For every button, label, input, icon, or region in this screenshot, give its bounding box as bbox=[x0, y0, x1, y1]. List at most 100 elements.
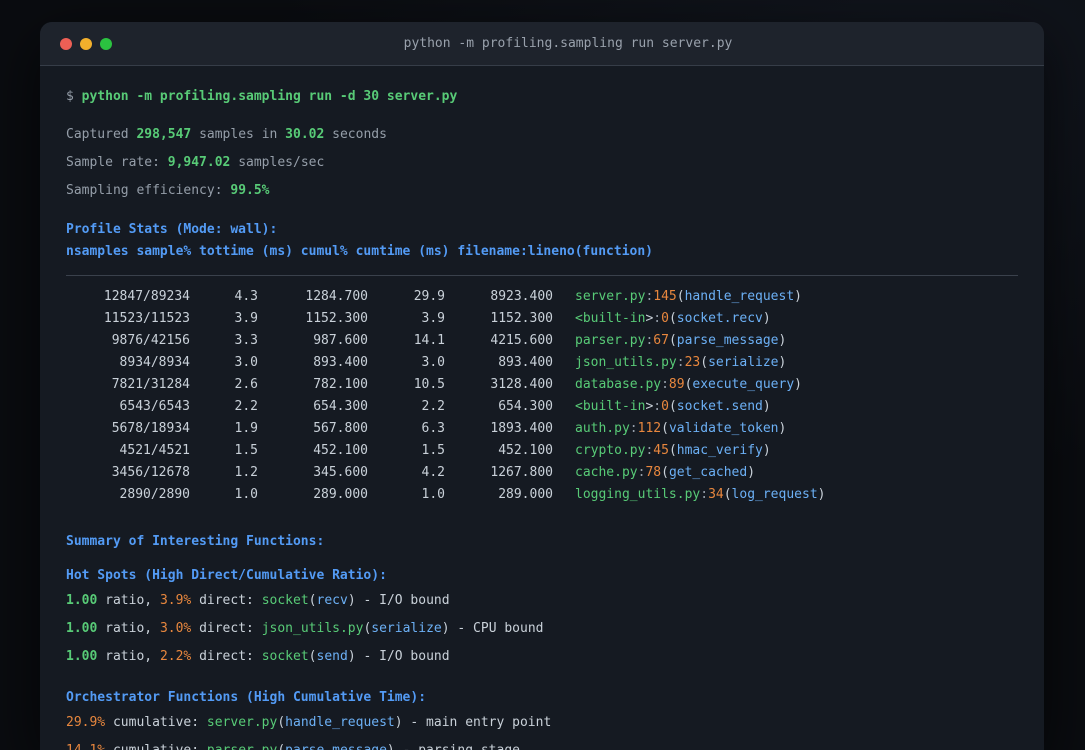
efficiency-value: 99.5% bbox=[230, 183, 270, 198]
close-paren: ) bbox=[762, 443, 771, 458]
filename: crypto.py bbox=[575, 443, 646, 458]
colon-separator: : bbox=[653, 399, 662, 414]
function-name: execute_query bbox=[692, 377, 795, 392]
minimize-button[interactable] bbox=[80, 37, 92, 50]
function-name: hmac_verify bbox=[676, 443, 763, 458]
table-row: 5678/18934 1.9 567.800 6.3 1893.400 auth.py:1… bbox=[66, 418, 1018, 440]
function-cell: json_utils.py:23(serialize) bbox=[575, 352, 786, 374]
maximize-button[interactable] bbox=[100, 37, 112, 50]
cumul-pct-cell: 3.9 bbox=[421, 311, 445, 326]
table-row: 3456/12678 1.2 345.600 4.2 1267.800 cache.py:… bbox=[66, 462, 1018, 484]
module-name: server.py bbox=[206, 715, 278, 730]
function-cell: database.py:89(execute_query) bbox=[575, 374, 802, 396]
role-note: - main entry point bbox=[402, 715, 552, 730]
cumul-pct-cell: 1.5 bbox=[421, 443, 445, 458]
function-name: socket.recv bbox=[676, 311, 763, 326]
function-name: parse_message bbox=[285, 743, 387, 750]
cumtime-cell: 654.300 bbox=[498, 399, 553, 414]
table-row: 6543/6543 2.2 654.300 2.2 654.300 <built-in>:… bbox=[66, 396, 1018, 418]
cumul-pct-cell: 2.2 bbox=[421, 399, 445, 414]
summary-heading: Summary of Interesting Functions: bbox=[66, 534, 325, 549]
colon-separator: : bbox=[629, 421, 638, 436]
close-paren: ) bbox=[778, 421, 787, 436]
open-paren: ( bbox=[668, 311, 677, 326]
function-name: serialize bbox=[708, 355, 779, 370]
samples-count: 298,547 bbox=[136, 127, 192, 142]
captured-suffix-label: seconds bbox=[324, 127, 387, 142]
sample-pct-cell: 1.5 bbox=[234, 443, 258, 458]
nsamples-cell: 5678/18934 bbox=[111, 421, 190, 436]
bound-note: - I/O bound bbox=[355, 593, 450, 608]
lineno: 0 bbox=[661, 311, 669, 326]
sample-pct-cell: 1.9 bbox=[234, 421, 258, 436]
hot-spots-heading: Hot Spots (High Direct/Cumulative Ratio)… bbox=[66, 568, 387, 583]
cumtime-cell: 8923.400 bbox=[490, 289, 553, 304]
sample-pct-cell: 4.3 bbox=[234, 289, 258, 304]
lineno: 23 bbox=[684, 355, 701, 370]
sample-pct-cell: 1.2 bbox=[234, 465, 258, 480]
nsamples-cell: 9876/42156 bbox=[111, 333, 190, 348]
lineno: 89 bbox=[668, 377, 685, 392]
cumtime-cell: 1152.300 bbox=[490, 311, 553, 326]
ratio-value: 1.00 bbox=[66, 621, 98, 636]
table-row: 11523/11523 3.9 1152.300 3.9 1152.300 <built-… bbox=[66, 308, 1018, 330]
function-cell: crypto.py:45(hmac_verify) bbox=[575, 440, 771, 462]
function-name: serialize bbox=[371, 621, 442, 636]
close-button[interactable] bbox=[60, 37, 72, 50]
nsamples-cell: 11523/11523 bbox=[103, 311, 190, 326]
function-cell: server.py:145(handle_request) bbox=[575, 286, 802, 308]
cumul-pct-cell: 10.5 bbox=[413, 377, 445, 392]
function-name: validate_token bbox=[668, 421, 779, 436]
sample-pct-cell: 3.9 bbox=[234, 311, 258, 326]
cumul-pct-cell: 14.1 bbox=[413, 333, 445, 348]
close-paren: ) bbox=[347, 649, 356, 664]
table-divider bbox=[66, 275, 1018, 276]
nsamples-cell: 12847/89234 bbox=[103, 289, 190, 304]
captured-mid-label: samples in bbox=[191, 127, 286, 142]
sample-pct-cell: 1.0 bbox=[234, 487, 258, 502]
filename: database.py bbox=[575, 377, 662, 392]
hot-spot-line: 1.00 ratio, 3.9% direct: socket(recv) - … bbox=[66, 587, 1018, 615]
table-row: 12847/89234 4.3 1284.700 29.9 8923.400 server… bbox=[66, 286, 1018, 308]
sample-rate-line: Sample rate: 9,947.02 samples/sec bbox=[66, 149, 1018, 177]
cumtime-cell: 1267.800 bbox=[490, 465, 553, 480]
table-row: 2890/2890 1.0 289.000 1.0 289.000 logging_uti… bbox=[66, 484, 1018, 506]
bound-note: - I/O bound bbox=[355, 649, 450, 664]
titlebar[interactable]: python -m profiling.sampling run server.… bbox=[40, 22, 1044, 66]
cumulative-label: cumulative: bbox=[105, 715, 207, 730]
hot-spot-line: 1.00 ratio, 2.2% direct: socket(send) - … bbox=[66, 643, 1018, 671]
orchestrator-line: 14.1% cumulative: parser.py(parse_messag… bbox=[66, 737, 1018, 750]
cumul-pct-cell: 4.2 bbox=[421, 465, 445, 480]
cumulative-pct: 14.1% bbox=[66, 743, 105, 750]
filename: parser.py bbox=[575, 333, 646, 348]
cumul-pct-cell: 29.9 bbox=[413, 289, 445, 304]
open-paren: ( bbox=[668, 443, 677, 458]
nsamples-cell: 2890/2890 bbox=[119, 487, 190, 502]
cumtime-cell: 1893.400 bbox=[490, 421, 553, 436]
direct-label: direct: bbox=[191, 593, 262, 608]
sample-pct-cell: 3.0 bbox=[234, 355, 258, 370]
efficiency-label: Sampling efficiency: bbox=[66, 183, 231, 198]
colon-separator: : bbox=[653, 311, 662, 326]
colon-separator: : bbox=[661, 377, 669, 392]
function-name: send bbox=[316, 649, 348, 664]
close-paren: ) bbox=[441, 621, 450, 636]
function-name: parse_message bbox=[676, 333, 779, 348]
rate-value: 9,947.02 bbox=[167, 155, 231, 170]
orchestrator-heading: Orchestrator Functions (High Cumulative … bbox=[66, 690, 427, 705]
sample-pct-cell: 3.3 bbox=[234, 333, 258, 348]
close-paren: ) bbox=[762, 311, 771, 326]
cumtime-cell: 893.400 bbox=[498, 355, 553, 370]
function-cell: <built-in>:0(socket.send) bbox=[575, 396, 771, 418]
open-paren: ( bbox=[668, 333, 677, 348]
cumtime-cell: 452.100 bbox=[498, 443, 553, 458]
function-cell: auth.py:112(validate_token) bbox=[575, 418, 786, 440]
hot-spot-line: 1.00 ratio, 3.0% direct: json_utils.py(s… bbox=[66, 615, 1018, 643]
open-paren: ( bbox=[308, 593, 317, 608]
close-paren: ) bbox=[794, 289, 802, 304]
duration-value: 30.02 bbox=[285, 127, 325, 142]
table-row: 9876/42156 3.3 987.600 14.1 4215.600 parser.p… bbox=[66, 330, 1018, 352]
function-name: get_cached bbox=[668, 465, 748, 480]
terminal-content: $ python -m profiling.sampling run -d 30… bbox=[40, 66, 1044, 750]
table-row: 8934/8934 3.0 893.400 3.0 893.400 json_utils.… bbox=[66, 352, 1018, 374]
